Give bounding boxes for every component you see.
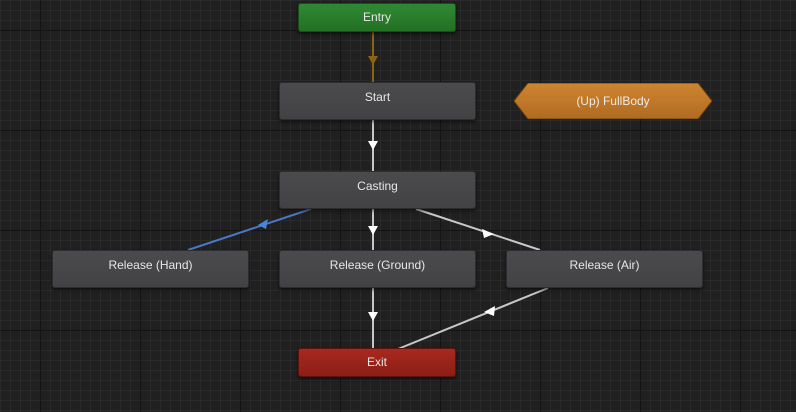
transition-arrow-casting-to-release-air [482,229,494,238]
state-start[interactable]: Start [279,82,476,120]
transition-casting-to-release-air [415,208,541,251]
parent-state-label: (Up) FullBody [576,94,650,108]
state-exit[interactable]: Exit [298,348,456,377]
state-entry-label: Entry [362,10,391,24]
state-exit-label: Exit [366,355,387,369]
state-release-hand-label: Release (Hand) [108,258,193,272]
state-release-air-label: Release (Air) [569,258,640,272]
animator-graph-canvas[interactable]: Entry Start (Up) FullBody Casting Releas… [0,0,796,412]
transition-casting-to-release-hand [187,208,312,251]
parent-state-machine-node[interactable]: (Up) FullBody [514,83,712,119]
state-casting[interactable]: Casting [279,171,476,209]
transition-release-air-to-exit [397,287,549,350]
state-release-hand[interactable]: Release (Hand) [52,250,249,288]
transition-arrow-release-ground-to-exit [368,312,378,321]
transition-arrow-casting-to-release-ground [368,226,378,235]
state-entry[interactable]: Entry [298,3,456,32]
state-release-air[interactable]: Release (Air) [506,250,703,288]
state-start-label: Start [364,90,391,104]
state-release-ground[interactable]: Release (Ground) [279,250,476,288]
transition-arrow-casting-to-release-hand [258,219,268,229]
state-release-ground-label: Release (Ground) [329,258,426,272]
transition-arrow-release-air-to-exit [484,306,495,316]
state-casting-label: Casting [357,179,398,193]
transition-arrow-entry-to-start [368,56,378,65]
transition-arrow-start-to-casting [368,141,378,150]
